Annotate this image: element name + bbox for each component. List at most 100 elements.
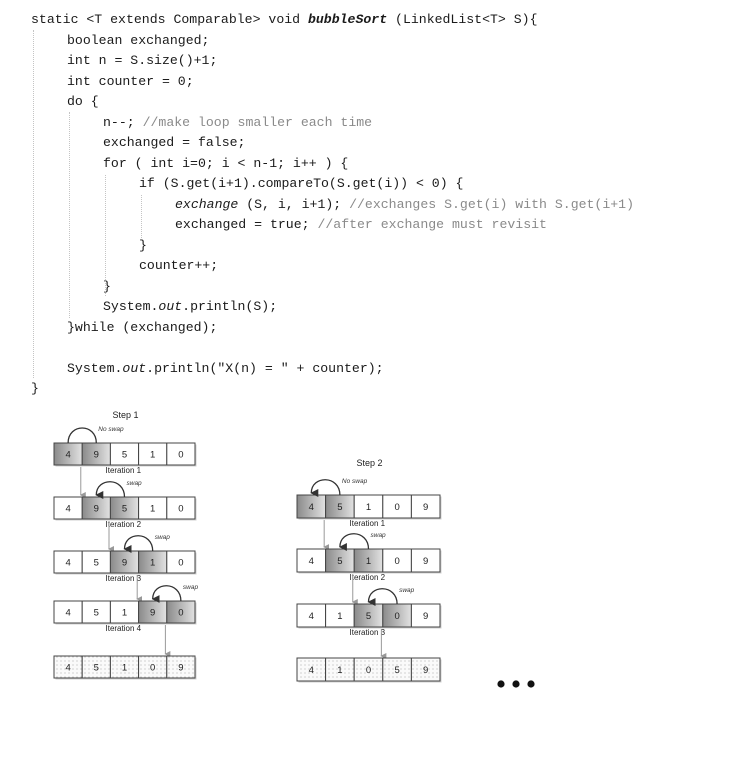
code-line: int counter = 0; xyxy=(67,74,194,90)
code-token: int counter = 0; xyxy=(67,73,194,89)
code-token: exchanged = true; xyxy=(175,217,318,232)
code-comment: //make loop smaller each time xyxy=(142,114,373,130)
code-line: boolean exchanged; xyxy=(67,33,209,49)
step-title: Step 2 xyxy=(357,458,383,468)
array-cell-value: 1 xyxy=(366,502,371,513)
code-token: out xyxy=(158,299,183,314)
swap-label: swap xyxy=(183,584,199,591)
array-cell-value: 4 xyxy=(65,558,70,569)
swap-arc xyxy=(310,479,341,498)
iteration-label: Iteration 2 xyxy=(350,573,386,582)
code-token: .println("X(n) = " + counter); xyxy=(146,360,384,376)
code-token: exchange xyxy=(175,196,239,212)
swap-arc xyxy=(338,533,370,552)
swap-label: swap xyxy=(155,534,171,541)
code-token: do { xyxy=(67,94,99,109)
array-cell-value: 0 xyxy=(394,556,399,567)
swap-arc xyxy=(95,481,126,500)
swap-arc xyxy=(67,427,97,444)
array-cell-value: 4 xyxy=(309,502,314,513)
array-cell-value: 9 xyxy=(423,611,428,622)
array-cell-value: 5 xyxy=(337,556,342,567)
array-cell-value: 5 xyxy=(94,608,99,619)
array-cell-value: 9 xyxy=(423,556,428,567)
code-line: System.out.println(S); xyxy=(103,299,277,315)
array-cell-value: 4 xyxy=(65,608,70,619)
code-token: n--; xyxy=(103,114,143,130)
code-line: static <T extends Comparable> void bubbl… xyxy=(31,12,538,28)
array-cell-value: 0 xyxy=(366,665,371,676)
array-cell-value: 0 xyxy=(178,450,183,461)
array-cell-value: 5 xyxy=(94,663,99,674)
indent-guide xyxy=(69,112,70,318)
indent-guide xyxy=(105,175,106,296)
array-cell-value: 9 xyxy=(423,502,428,513)
iteration-label: Iteration 3 xyxy=(106,574,142,583)
code-token: out xyxy=(122,360,147,376)
swap-arc xyxy=(367,588,398,607)
array-cell-value: 0 xyxy=(394,502,399,513)
array-cell-value: 9 xyxy=(423,665,428,676)
swap-label: swap xyxy=(371,532,387,539)
array-cell-value: 0 xyxy=(178,608,183,619)
continuation-dot xyxy=(512,680,520,688)
array-cell-value: 4 xyxy=(65,504,70,515)
swap-label: No swap xyxy=(98,426,124,433)
code-line: exchange (S, i, i+1); //exchanges S.get(… xyxy=(175,197,634,213)
array-cell-value: 5 xyxy=(94,558,99,569)
iteration-label: Iteration 3 xyxy=(350,628,386,637)
code-line: for ( int i=0; i < n-1; i++ ) { xyxy=(103,156,348,172)
code-line: System.out.println("X(n) = " + counter); xyxy=(67,361,384,377)
iteration-label: Iteration 1 xyxy=(106,466,142,475)
bubble-sort-diagram: Step 1 4 9 5 1 0 No swap Iteration 1 4 9 5 1 0 swap It… xyxy=(53,410,535,688)
array-cell-value: 9 xyxy=(178,663,183,674)
code-token: static <T extends Comparable> void xyxy=(31,12,308,27)
array-cell-value: 4 xyxy=(309,556,314,567)
code-token: int n = S.size()+1; xyxy=(67,53,218,68)
code-token: (S, i, i+1); xyxy=(238,196,350,212)
array-cell-value: 4 xyxy=(309,611,314,622)
code-token: .println(S); xyxy=(182,299,278,314)
array-cell-value: 4 xyxy=(65,450,70,461)
indent-guide xyxy=(141,195,142,238)
swap-label: swap xyxy=(127,480,143,487)
bubble-sort-code-listing: static <T extends Comparable> void bubbl… xyxy=(0,0,729,400)
array-cell-value: 1 xyxy=(150,504,155,515)
code-token: if (S.get(i+1).compareTo(S.get(i)) < 0) … xyxy=(139,176,464,191)
continuation-dot xyxy=(527,680,535,688)
array-cell-value: 0 xyxy=(394,611,399,622)
code-token: (LinkedList<T> S){ xyxy=(387,12,538,27)
array-cell-value: 5 xyxy=(122,450,127,461)
code-token: bubbleSort xyxy=(307,12,388,27)
code-line: counter++; xyxy=(139,258,218,274)
code-token: } xyxy=(31,381,39,396)
step-title: Step 1 xyxy=(113,410,139,420)
iteration-label: Iteration 4 xyxy=(106,624,142,633)
code-token: System. xyxy=(67,360,123,376)
code-line: int n = S.size()+1; xyxy=(67,53,217,69)
array-cell-value: 5 xyxy=(394,665,399,676)
code-token: } xyxy=(139,237,147,253)
code-token: counter++; xyxy=(139,258,219,273)
code-token: boolean exchanged; xyxy=(67,32,210,48)
code-line: } xyxy=(139,238,147,254)
array-cell-value: 9 xyxy=(94,450,99,461)
code-line: if (S.get(i+1).compareTo(S.get(i)) < 0) … xyxy=(139,176,463,192)
continuation-dot xyxy=(497,680,505,688)
array-cell-value: 1 xyxy=(122,663,127,674)
array-cell-value: 1 xyxy=(150,558,155,569)
array-cell-value: 9 xyxy=(122,558,127,569)
array-cell-value: 5 xyxy=(122,504,127,515)
code-line: exchanged = true; //after exchange must … xyxy=(175,217,547,233)
array-cell-value: 4 xyxy=(309,665,314,676)
array-cell-value: 1 xyxy=(366,556,371,567)
code-line: n--; //make loop smaller each time xyxy=(103,115,372,131)
code-line: } xyxy=(31,381,39,397)
code-line: }while (exchanged); xyxy=(67,320,217,336)
array-cell-value: 0 xyxy=(178,558,183,569)
code-token: exchanged = false; xyxy=(103,135,246,150)
code-comment: //exchanges S.get(i) with S.get(i+1) xyxy=(349,196,635,212)
array-cell-value: 9 xyxy=(94,504,99,515)
array-cell-value: 0 xyxy=(178,504,183,515)
array-cell-value: 4 xyxy=(65,663,70,674)
